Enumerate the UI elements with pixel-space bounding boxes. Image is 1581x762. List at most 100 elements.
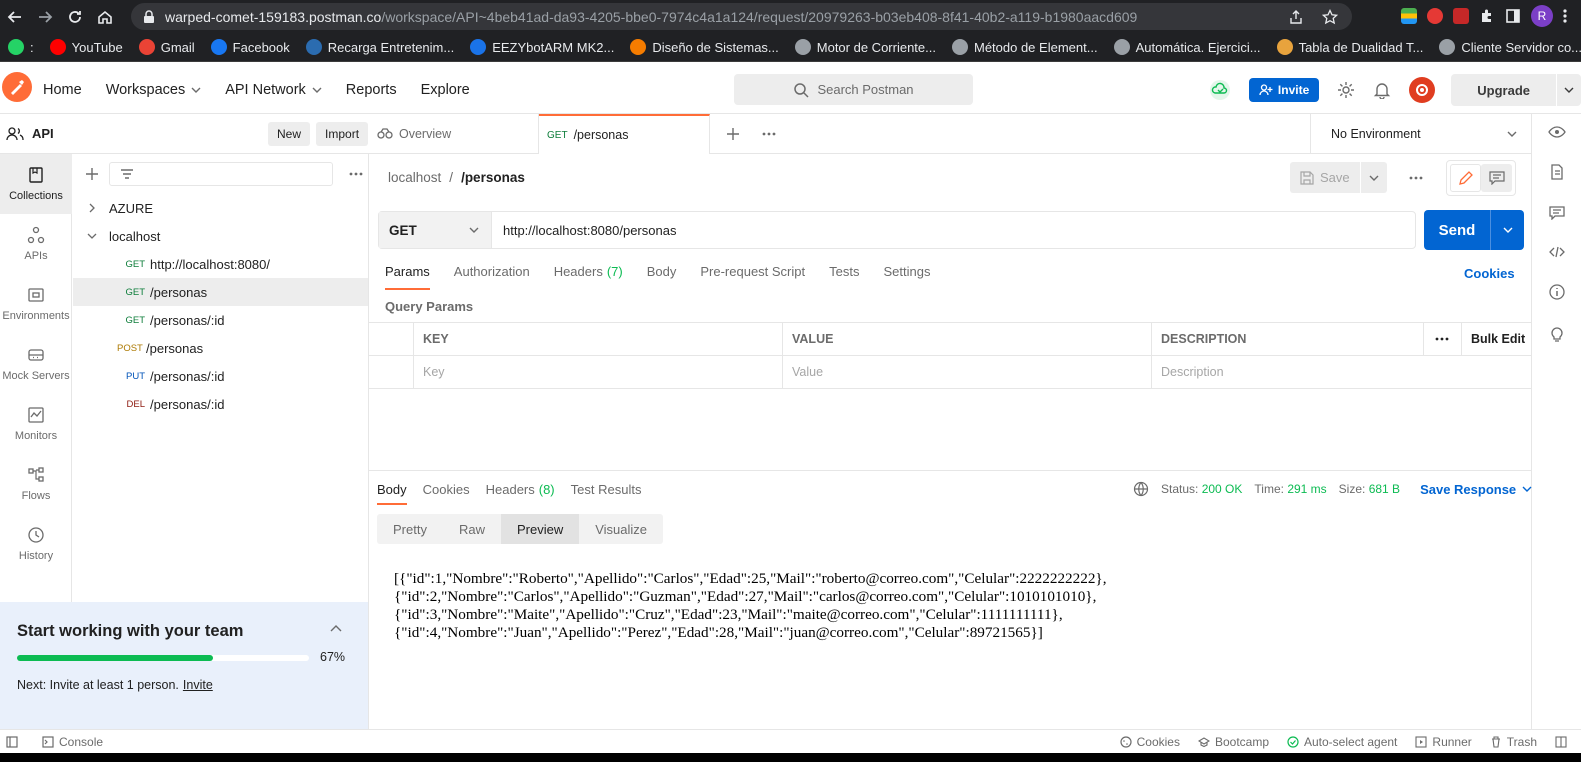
size-readout[interactable]: Size: 681 B (1339, 482, 1400, 496)
user-avatar[interactable] (1409, 77, 1436, 103)
request-options-icon[interactable] (1409, 176, 1423, 180)
comment-mode-button[interactable] (1481, 164, 1512, 192)
response-tab-headers[interactable]: Headers (8) (486, 482, 555, 505)
statusbar-trash[interactable]: Trash (1490, 735, 1537, 749)
method-select[interactable]: GET (379, 212, 492, 248)
menu-icon[interactable] (1563, 8, 1567, 24)
sidepanel-icon[interactable] (1505, 8, 1521, 24)
extension-icon[interactable] (1427, 8, 1443, 24)
collection-request[interactable]: PUT/personas/:id (73, 362, 368, 390)
toggle-sidebar-icon[interactable] (6, 735, 18, 748)
invite-button[interactable]: Invite (1248, 78, 1320, 102)
environment-select[interactable]: No Environment (1310, 114, 1531, 154)
column-options[interactable] (1423, 323, 1461, 355)
bookmark-item[interactable]: Diseño de Sistemas... (622, 39, 786, 55)
chevron-right-icon[interactable] (87, 203, 97, 213)
nav-api-network[interactable]: API Network (225, 82, 335, 98)
new-button[interactable]: New (268, 122, 311, 146)
tab-authorization[interactable]: Authorization (454, 264, 530, 290)
statusbar-cookies[interactable]: Cookies (1120, 735, 1180, 749)
nav-explore[interactable]: Explore (421, 82, 483, 98)
status-readout[interactable]: Status: 200 OK (1161, 482, 1242, 496)
comments-icon[interactable] (1548, 206, 1565, 220)
response-tab-cookies[interactable]: Cookies (423, 482, 470, 505)
collapse-chevron-icon[interactable] (330, 624, 342, 632)
nav-reports[interactable]: Reports (346, 82, 410, 98)
add-collection-icon[interactable] (85, 167, 99, 181)
tab-personas[interactable]: GET /personas (539, 114, 710, 154)
extension-icon[interactable] (1401, 8, 1417, 24)
back-icon[interactable] (0, 0, 30, 33)
import-button[interactable]: Import (316, 122, 369, 146)
save-button[interactable]: Save (1290, 162, 1360, 193)
nav-home[interactable]: Home (43, 82, 95, 98)
environment-quicklook-icon[interactable] (1547, 126, 1566, 138)
edit-mode-button[interactable] (1450, 164, 1481, 192)
workspace-title[interactable]: API (6, 126, 54, 141)
tab-settings[interactable]: Settings (883, 264, 930, 290)
puzzle-icon[interactable] (1479, 8, 1495, 24)
postman-logo-icon[interactable] (2, 72, 32, 102)
console-button[interactable]: Console (42, 735, 103, 749)
statusbar-auto-select-agent[interactable]: Auto-select agent (1287, 735, 1397, 749)
tab-options-icon[interactable] (762, 132, 776, 136)
sidebar-item-monitors[interactable]: Monitors (0, 394, 72, 454)
upgrade-menu-button[interactable] (1557, 74, 1581, 106)
bulk-edit-button[interactable]: Bulk Edit (1461, 323, 1531, 355)
tab-pre-request-script[interactable]: Pre-request Script (700, 264, 805, 290)
info-icon[interactable] (1548, 284, 1565, 300)
sidebar-item-history[interactable]: History (0, 514, 72, 574)
format-preview[interactable]: Preview (500, 514, 580, 544)
invite-link[interactable]: Invite (183, 678, 213, 692)
profile-avatar[interactable]: R (1531, 5, 1553, 27)
code-icon[interactable] (1548, 246, 1565, 258)
bookmark-item[interactable]: Método de Element... (944, 39, 1106, 55)
response-tab-body[interactable]: Body (377, 482, 407, 505)
statusbar-runner[interactable]: Runner (1415, 735, 1472, 749)
format-pretty[interactable]: Pretty (377, 514, 443, 544)
sidebar-item-environments[interactable]: Environments (0, 274, 72, 334)
cookies-link[interactable]: Cookies (1464, 266, 1515, 281)
extension-icon[interactable] (1453, 8, 1469, 24)
chevron-down-icon[interactable] (87, 231, 97, 241)
sidebar-item-apis[interactable]: APIs (0, 214, 72, 274)
collection-request[interactable]: DEL/personas/:id (73, 390, 368, 418)
notifications-bell-icon[interactable] (1373, 81, 1391, 99)
breadcrumb-current[interactable]: /personas (461, 170, 525, 185)
format-visualize[interactable]: Visualize (579, 514, 663, 544)
bookmark-item[interactable]: YouTube (42, 39, 131, 55)
upgrade-button[interactable]: Upgrade (1451, 74, 1556, 106)
tab-tests[interactable]: Tests (829, 264, 859, 290)
lightbulb-icon[interactable] (1549, 326, 1565, 342)
collection-request[interactable]: GET/personas/:id (73, 306, 368, 334)
save-response-button[interactable]: Save Response (1420, 482, 1532, 497)
response-tab-test-results[interactable]: Test Results (571, 482, 642, 505)
search-input[interactable]: Search Postman (734, 74, 973, 105)
breadcrumb-parent[interactable]: localhost (388, 170, 441, 185)
reload-icon[interactable] (60, 0, 90, 33)
bookmark-item[interactable]: Gmail (131, 39, 203, 55)
row-checkbox[interactable] (369, 356, 413, 388)
send-menu-button[interactable] (1491, 210, 1524, 250)
documentation-icon[interactable] (1550, 164, 1564, 180)
whatsapp-bookmark[interactable]: : (0, 39, 42, 55)
bookmark-item[interactable]: Automática. Ejercici... (1106, 39, 1269, 55)
bookmark-item[interactable]: Recarga Entretenim... (298, 39, 462, 55)
collection-request[interactable]: GET/personas (73, 278, 368, 306)
bookmark-item[interactable]: Facebook (203, 39, 298, 55)
settings-gear-icon[interactable] (1337, 81, 1355, 99)
filter-input[interactable] (109, 162, 333, 186)
time-readout[interactable]: Time: 291 ms (1254, 482, 1326, 496)
collection-request[interactable]: GET http://localhost:8080/ (73, 250, 368, 278)
new-tab-icon[interactable] (726, 127, 740, 141)
sidebar-item-flows[interactable]: Flows (0, 454, 72, 514)
home-icon[interactable] (90, 0, 120, 33)
tab-params[interactable]: Params (385, 264, 430, 290)
tab-body[interactable]: Body (647, 264, 677, 290)
key-input[interactable]: Key (413, 356, 782, 388)
collection-folder[interactable]: localhost (73, 222, 368, 250)
send-button[interactable]: Send (1424, 210, 1491, 250)
bookmark-star-icon[interactable] (1322, 8, 1338, 25)
collection-folder[interactable]: AZURE (73, 194, 368, 222)
bookmark-item[interactable]: Motor de Corriente... (787, 39, 944, 55)
